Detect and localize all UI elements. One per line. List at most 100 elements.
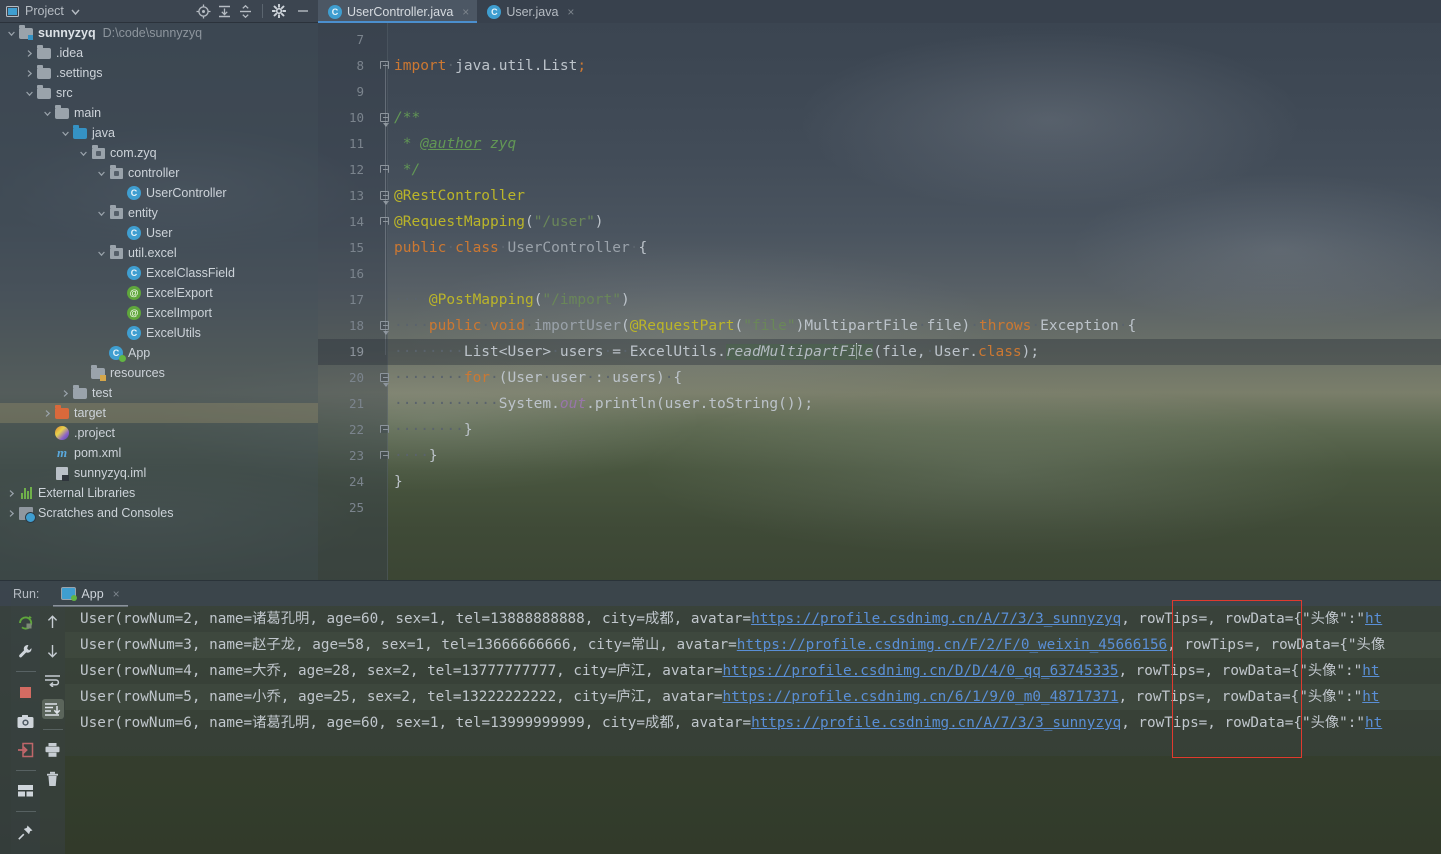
layout-icon[interactable] <box>15 781 37 801</box>
pin-icon[interactable] <box>15 822 37 842</box>
fold-toggle-icon[interactable] <box>380 61 391 72</box>
fold-toggle-icon[interactable] <box>380 373 391 387</box>
camera-icon[interactable] <box>15 711 37 731</box>
tree-item-sunnyzyq-iml[interactable]: sunnyzyq.iml <box>0 463 318 483</box>
code-line[interactable]: @RequestMapping("/user") <box>394 209 604 235</box>
code-line[interactable]: ········for·(User·user·:·users)·{ <box>394 365 682 391</box>
tree-item-controller[interactable]: controller <box>0 163 318 183</box>
fold-toggle-icon[interactable] <box>380 425 391 436</box>
chevron-right-icon[interactable] <box>58 386 72 400</box>
run-toolbar-left[interactable] <box>11 606 40 854</box>
tree-item-resources[interactable]: resources <box>0 363 318 383</box>
editor-tab-user-java[interactable]: C User.java × <box>477 0 582 23</box>
close-icon[interactable]: × <box>567 5 574 19</box>
tree-item-pom-xml[interactable]: m pom.xml <box>0 443 318 463</box>
console-link-tail[interactable]: ht <box>1365 611 1382 627</box>
scroll-to-end-icon[interactable] <box>41 699 64 719</box>
chevron-down-icon[interactable] <box>22 86 36 100</box>
code-editor[interactable]: 7 8 9 10 11 12 13 14 15 16 17 18 19 20 21 22 23 24 25 impo… <box>318 23 1441 580</box>
close-icon[interactable]: × <box>113 587 120 601</box>
tree-item--idea[interactable]: .idea <box>0 43 318 63</box>
console-link[interactable]: https://profile.csdnimg.cn/D/D/4/0_qq_63… <box>723 663 1119 679</box>
console-link-tail[interactable]: ht <box>1362 689 1379 705</box>
arrow-down-icon[interactable] <box>42 641 64 661</box>
chevron-down-icon[interactable] <box>40 106 54 120</box>
tree-item-usercontroller[interactable]: C UserController <box>0 183 318 203</box>
console-link[interactable]: https://profile.csdnimg.cn/A/7/3/3_sunny… <box>751 611 1121 627</box>
editor-tab-usercontroller-java[interactable]: C UserController.java × <box>318 0 478 23</box>
trash-icon[interactable] <box>42 769 64 789</box>
tree-item-test[interactable]: test <box>0 383 318 403</box>
soft-wrap-icon[interactable] <box>42 670 64 690</box>
editor-gutter[interactable]: 7 8 9 10 11 12 13 14 15 16 17 18 19 20 21 22 23 24 25 <box>318 23 391 580</box>
tree-item-util-excel[interactable]: util.excel <box>0 243 318 263</box>
export-icon[interactable] <box>15 740 37 760</box>
tree-item-src[interactable]: src <box>0 83 318 103</box>
tree-item-external-libraries[interactable]: External Libraries <box>0 483 318 503</box>
minimize-icon[interactable] <box>296 4 310 18</box>
code-line[interactable]: ····} <box>394 443 438 469</box>
tree-item-scratches-and-consoles[interactable]: Scratches and Consoles <box>0 503 318 523</box>
chevron-right-icon[interactable] <box>40 406 54 420</box>
code-line[interactable]: ········} <box>394 417 473 443</box>
tree-item-target[interactable]: target <box>0 403 318 423</box>
chevron-down-icon[interactable] <box>58 126 72 140</box>
run-tab-app[interactable]: App × <box>53 581 128 607</box>
chevron-down-icon[interactable] <box>94 246 108 260</box>
fold-toggle-icon[interactable] <box>380 165 391 176</box>
chevron-down-icon[interactable] <box>94 166 108 180</box>
fold-toggle-icon[interactable] <box>380 191 391 205</box>
editor-tab-bar[interactable]: C UserController.java × C User.java × <box>318 0 1441 23</box>
rerun-icon[interactable] <box>15 612 37 632</box>
print-icon[interactable] <box>42 740 64 760</box>
chevron-down-icon[interactable] <box>94 206 108 220</box>
chevron-right-icon[interactable] <box>22 66 36 80</box>
tree-item-entity[interactable]: entity <box>0 203 318 223</box>
tree-item-excelexport[interactable]: @ ExcelExport <box>0 283 318 303</box>
fold-toggle-icon[interactable] <box>380 113 391 127</box>
code-line[interactable]: public·class·UserController·{ <box>394 235 647 261</box>
console-link[interactable]: https://profile.csdnimg.cn/6/1/9/0_m0_48… <box>723 689 1119 705</box>
gear-icon[interactable] <box>272 4 286 18</box>
tree-item-excelutils[interactable]: C ExcelUtils <box>0 323 318 343</box>
arrow-up-icon[interactable] <box>42 612 64 632</box>
tree-item-com-zyq[interactable]: com.zyq <box>0 143 318 163</box>
tree-item-excelclassfield[interactable]: C ExcelClassField <box>0 263 318 283</box>
fold-toggle-icon[interactable] <box>380 321 391 335</box>
chevron-down-icon[interactable] <box>4 26 18 40</box>
tree-item-excelimport[interactable]: @ ExcelImport <box>0 303 318 323</box>
stop-icon[interactable] <box>15 682 37 702</box>
chevron-right-icon[interactable] <box>22 46 36 60</box>
code-line[interactable]: */ <box>394 157 420 183</box>
console-link-tail[interactable]: ht <box>1362 663 1379 679</box>
code-line[interactable]: ············System.out.println(user.toSt… <box>394 391 813 417</box>
tree-item-java[interactable]: java <box>0 123 318 143</box>
tree-item-user[interactable]: C User <box>0 223 318 243</box>
run-toolbar-right[interactable] <box>40 606 65 854</box>
close-icon[interactable]: × <box>462 5 469 19</box>
code-line[interactable]: } <box>394 469 403 495</box>
tree-item-sunnyzyq[interactable]: sunnyzyq D:\code\sunnyzyq <box>0 23 318 43</box>
console-link[interactable]: https://profile.csdnimg.cn/A/7/3/3_sunny… <box>751 715 1121 731</box>
console-output[interactable]: User(rowNum=2, name=诸葛孔明, age=60, sex=1,… <box>65 606 1441 756</box>
code-line[interactable]: * @author zyq <box>394 131 517 157</box>
locate-icon[interactable] <box>196 4 211 19</box>
chevron-right-icon[interactable] <box>4 506 18 520</box>
wrench-icon[interactable] <box>15 641 37 661</box>
collapse-all-icon[interactable] <box>238 4 253 19</box>
chevron-down-icon[interactable] <box>76 146 90 160</box>
code-line[interactable]: ········List<User>·users·=·ExcelUtils.re… <box>394 339 1039 365</box>
code-line[interactable]: ····public·void·importUser(@RequestPart(… <box>394 313 1136 339</box>
chevron-down-icon[interactable] <box>70 6 81 17</box>
tree-item--project[interactable]: .project <box>0 423 318 443</box>
fold-toggle-icon[interactable] <box>380 451 391 462</box>
code-line[interactable]: import·java.util.List; <box>394 53 586 79</box>
tree-item-main[interactable]: main <box>0 103 318 123</box>
fold-toggle-icon[interactable] <box>380 217 391 228</box>
expand-all-icon[interactable] <box>217 4 232 19</box>
chevron-right-icon[interactable] <box>4 486 18 500</box>
code-line[interactable]: /** <box>394 105 420 131</box>
tree-item-app[interactable]: C App <box>0 343 318 363</box>
console-link-tail[interactable]: ht <box>1365 715 1382 731</box>
project-tree[interactable]: sunnyzyq D:\code\sunnyzyq .idea .settings sr… <box>0 23 318 580</box>
